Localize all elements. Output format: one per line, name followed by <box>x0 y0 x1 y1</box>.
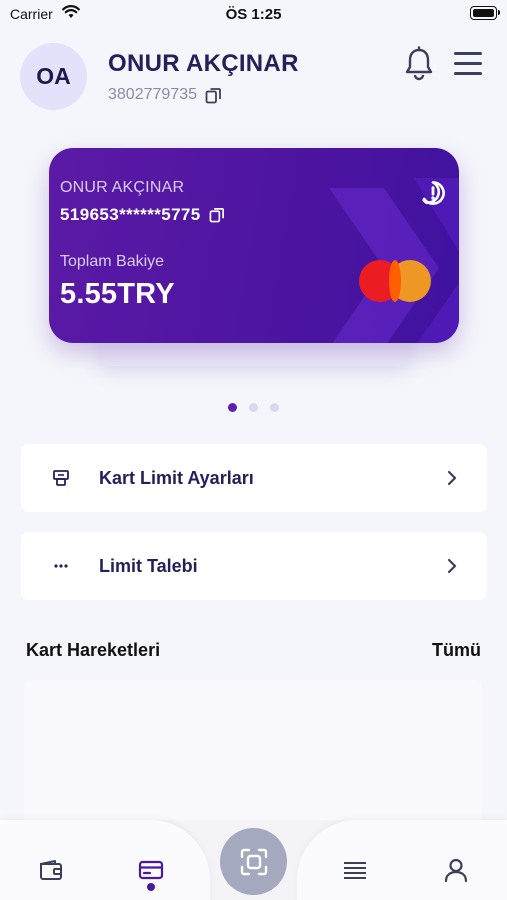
pager-dot[interactable] <box>270 403 279 412</box>
wallet-icon <box>40 860 62 880</box>
balance-label: Toplam Bakiye <box>60 253 165 270</box>
card-limit-settings-label: Kart Limit Ayarları <box>99 467 254 488</box>
list-icon <box>344 862 366 879</box>
card-icon <box>138 860 164 880</box>
pager-dot[interactable] <box>249 403 258 412</box>
card-info-icon[interactable] <box>420 180 446 206</box>
hamburger-menu-icon[interactable] <box>452 50 484 78</box>
customer-id: 3802779735 <box>108 86 197 103</box>
avatar[interactable]: OA <box>20 43 87 110</box>
transactions-title: Kart Hareketleri <box>26 640 161 660</box>
payment-card[interactable]: ONUR AKÇINAR 519653******5775 Toplam Bak… <box>49 148 459 343</box>
transactions-list <box>24 680 482 830</box>
card-number: 519653******5775 <box>60 205 201 224</box>
pager-dot-active[interactable] <box>228 403 237 412</box>
bottom-navigation <box>0 820 507 900</box>
user-name: ONUR AKÇINAR <box>108 50 299 77</box>
chevron-right-icon <box>447 470 457 486</box>
battery-icon <box>470 6 500 20</box>
see-all-transactions-link[interactable]: Tümü <box>432 640 481 661</box>
limit-settings-icon <box>53 470 69 486</box>
chevron-right-icon <box>447 558 457 574</box>
nav-wallet[interactable] <box>31 850 71 890</box>
avatar-initials: OA <box>36 63 71 89</box>
profile-icon <box>444 858 468 883</box>
balance-value: 5.55TRY <box>60 278 175 310</box>
customer-id-row: 3802779735 <box>108 86 222 104</box>
nav-profile[interactable] <box>436 850 476 890</box>
limit-request-row[interactable]: Limit Talebi <box>21 532 487 600</box>
scan-icon <box>240 848 267 875</box>
card-limit-settings-row[interactable]: Kart Limit Ayarları <box>21 444 487 512</box>
mastercard-logo <box>359 258 433 304</box>
copy-icon[interactable] <box>205 87 222 104</box>
card-holder-name: ONUR AKÇINAR <box>60 179 185 196</box>
nav-list[interactable] <box>335 850 375 890</box>
nav-active-indicator <box>147 883 155 891</box>
copy-card-number-icon[interactable] <box>209 207 225 223</box>
limit-request-label: Limit Talebi <box>99 555 198 576</box>
more-dots-icon <box>54 564 68 568</box>
status-bar: Carrier ÖS 1:25 <box>0 0 507 30</box>
notifications-bell-icon[interactable] <box>403 46 435 82</box>
card-pager <box>228 403 279 412</box>
nav-scan-button[interactable] <box>220 828 287 895</box>
status-time: ÖS 1:25 <box>225 6 282 23</box>
card-number-row: 519653******5775 <box>60 205 225 225</box>
